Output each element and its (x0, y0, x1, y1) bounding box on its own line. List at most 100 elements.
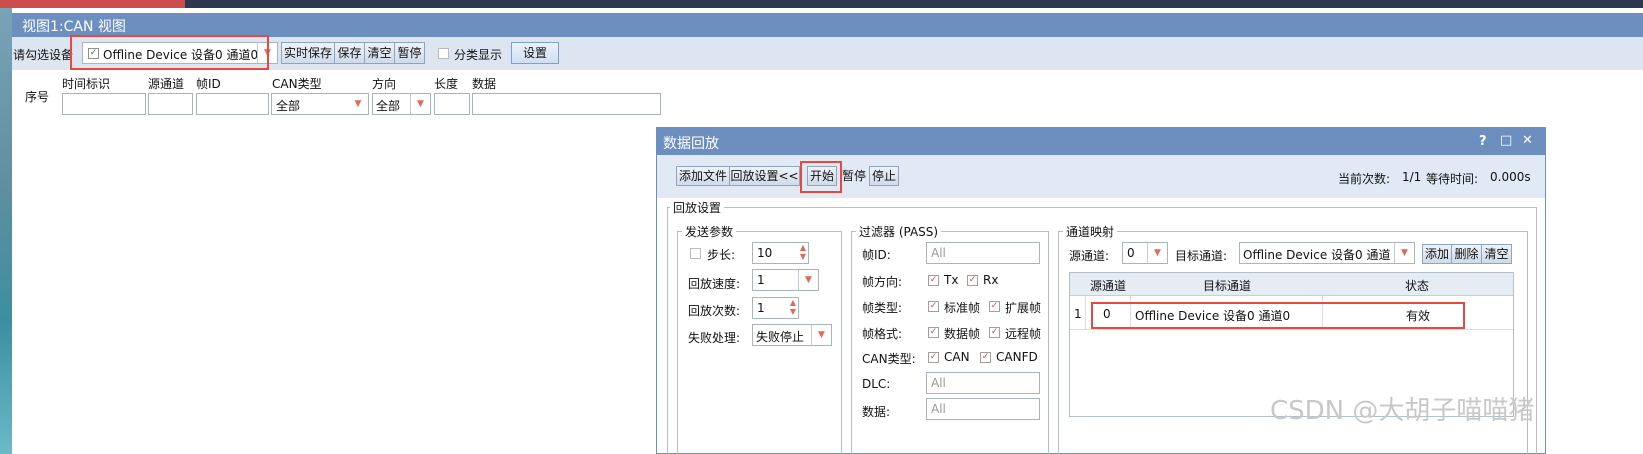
delete-mapping-button[interactable]: 删除 (1452, 244, 1482, 264)
replay-settings-title: 回放设置 (670, 199, 725, 216)
step-checkbox[interactable] (690, 248, 701, 259)
replay-settings-button[interactable]: 回放设置<< (730, 166, 800, 186)
target-channel-label: 目标通道: (1175, 249, 1228, 263)
desktop-background (0, 8, 12, 454)
data-header: 数据 (472, 77, 497, 91)
filter-title: 过滤器 (PASS) (856, 223, 942, 240)
extended-frame-label: 扩展帧 (1005, 301, 1042, 315)
pause-replay-button[interactable]: 暂停 (839, 166, 869, 186)
device-combo-text: Offline Device 设备0 通道0 (103, 48, 259, 62)
tx-label: Tx (944, 273, 959, 287)
tx-checkbox[interactable]: ✓ (928, 275, 939, 286)
active-tab-strip (0, 0, 185, 8)
target-channel-select[interactable]: Offline Device 设备0 通道0 ▼ (1239, 242, 1415, 264)
help-icon[interactable]: ? (1479, 134, 1487, 149)
frame-id-label: 帧ID: (862, 248, 891, 262)
speed-select[interactable]: 1 ▼ (752, 269, 819, 291)
can-type-header: CAN类型 (272, 77, 322, 91)
can-view-toolbar: 请勾选设备 ✓ Offline Device 设备0 通道0 ▼ 实时保存 保存… (12, 37, 1643, 70)
device-checkbox[interactable]: ✓ (88, 48, 99, 59)
can-type-filter-select[interactable]: 全部 ▼ (271, 93, 369, 115)
add-file-button[interactable]: 添加文件 (676, 166, 730, 186)
channel-map-buttons: 添加 删除 清空 (1422, 244, 1512, 264)
chevron-down-icon[interactable]: ▼ (410, 94, 430, 114)
spinner-arrows-icon[interactable]: ▲ ▼ (800, 243, 806, 261)
target-channel-value: Offline Device 设备0 通道0 (1243, 248, 1390, 262)
add-mapping-button[interactable]: 添加 (1422, 244, 1452, 264)
frame-id-header: 帧ID (196, 77, 221, 91)
length-header: 长度 (434, 77, 459, 91)
clear-button[interactable]: 清空 (365, 42, 395, 64)
seq-header: 序号 (25, 90, 50, 104)
channel-map-title: 通道映射 (1063, 223, 1118, 240)
length-filter-input[interactable] (434, 93, 470, 115)
watermark: CSDN @大胡子喵喵猪 (1270, 396, 1535, 426)
fail-label: 失败处理: (688, 331, 741, 345)
can-type-filter-value: 全部 (276, 99, 301, 113)
remote-frame-label: 远程帧 (1005, 327, 1042, 341)
chevron-down-icon[interactable]: ▼ (257, 43, 277, 63)
save-button[interactable]: 保存 (335, 42, 365, 64)
step-value: 10 (757, 246, 773, 260)
data-filter-input[interactable] (472, 93, 661, 115)
chevron-down-icon[interactable]: ▼ (348, 94, 368, 114)
canfd-checkbox[interactable]: ✓ (980, 352, 991, 363)
frame-id-input[interactable]: All (926, 242, 1040, 264)
classify-checkbox[interactable] (438, 48, 449, 59)
timestamp-filter-input[interactable] (62, 93, 146, 115)
wait-time-label: 等待时间: (1426, 172, 1479, 186)
source-channel-header: 源通道 (148, 77, 185, 91)
toolbar-button-group: 实时保存 保存 清空 暂停 (281, 42, 425, 64)
dialog-title-bar: 数据回放 ? □ ✕ (657, 128, 1545, 155)
filter-data-input[interactable]: All (926, 398, 1040, 420)
remote-frame-checkbox[interactable]: ✓ (989, 327, 1000, 338)
settings-button[interactable]: 设置 (511, 42, 559, 64)
chevron-down-icon[interactable]: ▼ (1394, 243, 1414, 263)
chevron-down-icon[interactable]: ▼ (811, 325, 831, 345)
filter-data-label: 数据: (862, 405, 891, 419)
fail-handling-select[interactable]: 失败停止 ▼ (752, 324, 832, 346)
classify-label: 分类显示 (454, 48, 503, 62)
close-icon[interactable]: ✕ (1522, 133, 1533, 148)
start-button[interactable]: 开始 (807, 166, 837, 186)
standard-frame-checkbox[interactable]: ✓ (928, 301, 939, 312)
clear-mapping-button[interactable]: 清空 (1482, 244, 1512, 264)
pause-button[interactable]: 暂停 (395, 42, 425, 64)
dlc-input[interactable]: All (926, 372, 1040, 394)
frame-format-label: 帧格式: (862, 327, 903, 341)
chevron-down-icon[interactable]: ▼ (798, 270, 818, 290)
fail-value: 失败停止 (756, 330, 805, 344)
row-status: 有效 (1406, 309, 1431, 323)
extended-frame-checkbox[interactable]: ✓ (989, 301, 1000, 312)
standard-frame-label: 标准帧 (944, 301, 981, 315)
can-checkbox[interactable]: ✓ (928, 352, 939, 363)
table-row[interactable]: 1 0 Offline Device 设备0 通道0 有效 (1070, 296, 1513, 330)
dialog-toolbar: 添加文件 回放设置<< 开始 暂停 停止 当前次数: 1/1 等待时间: 0.0… (657, 155, 1545, 198)
frame-id-filter-input[interactable] (196, 93, 269, 115)
top-strip (0, 0, 1643, 8)
source-channel-label: 源通道: (1069, 249, 1110, 263)
step-spinner[interactable]: 10 ▲ ▼ (752, 242, 809, 264)
send-params-title: 发送参数 (682, 223, 737, 240)
maximize-icon[interactable]: □ (1500, 133, 1512, 148)
step-label: 步长: (707, 248, 736, 262)
source-channel-filter-input[interactable] (148, 93, 193, 115)
rx-checkbox[interactable]: ✓ (967, 275, 978, 286)
column-divider (1322, 296, 1323, 330)
row-target: Offline Device 设备0 通道0 (1135, 309, 1291, 323)
direction-filter-select[interactable]: 全部 ▼ (372, 93, 431, 115)
data-frame-checkbox[interactable]: ✓ (928, 327, 939, 338)
chevron-down-icon[interactable]: ▼ (1147, 243, 1167, 263)
canfd-label: CANFD (996, 350, 1038, 364)
realtime-save-button[interactable]: 实时保存 (281, 42, 335, 64)
dlc-label: DLC: (862, 377, 891, 391)
spinner-arrows-icon[interactable]: ▲ ▼ (790, 298, 796, 316)
source-channel-select[interactable]: 0 ▼ (1122, 242, 1168, 264)
rx-label: Rx (983, 273, 999, 287)
source-channel-value: 0 (1127, 246, 1135, 260)
timestamp-header: 时间标识 (62, 77, 111, 91)
device-combo[interactable]: ✓ Offline Device 设备0 通道0 ▼ (82, 42, 278, 64)
column-divider (1085, 296, 1086, 330)
stop-button[interactable]: 停止 (869, 166, 899, 186)
count-spinner[interactable]: 1 ▲ ▼ (752, 297, 799, 319)
